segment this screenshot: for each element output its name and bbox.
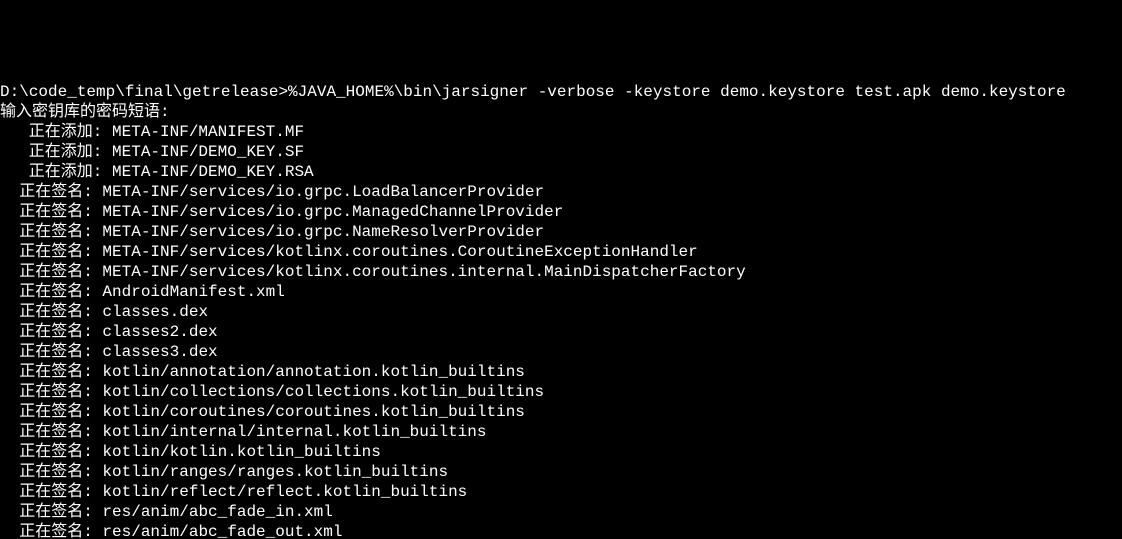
signing-label: 正在签名:	[0, 523, 102, 539]
signing-file: kotlin/annotation/annotation.kotlin_buil…	[102, 363, 524, 381]
signing-line: 正在签名: META-INF/services/io.grpc.NameReso…	[0, 223, 544, 241]
signing-label: 正在签名:	[0, 343, 102, 361]
adding-line: 正在添加: META-INF/DEMO_KEY.SF	[0, 143, 304, 161]
adding-line: 正在添加: META-INF/DEMO_KEY.RSA	[0, 163, 314, 181]
signing-line: 正在签名: classes2.dex	[0, 323, 218, 341]
terminal-output[interactable]: D:\code_temp\final\getrelease>%JAVA_HOME…	[0, 80, 1122, 539]
signing-file: META-INF/services/kotlinx.coroutines.Cor…	[102, 243, 697, 261]
signing-line: 正在签名: res/anim/abc_fade_in.xml	[0, 503, 333, 521]
signing-line: 正在签名: kotlin/coroutines/coroutines.kotli…	[0, 403, 525, 421]
signing-file: AndroidManifest.xml	[102, 283, 284, 301]
signing-file: kotlin/internal/internal.kotlin_builtins	[102, 423, 486, 441]
signing-label: 正在签名:	[0, 223, 102, 241]
signing-line: 正在签名: AndroidManifest.xml	[0, 283, 285, 301]
signing-line: 正在签名: kotlin/internal/internal.kotlin_bu…	[0, 423, 486, 441]
adding-label: 正在添加:	[0, 163, 112, 181]
signing-label: 正在签名:	[0, 303, 102, 321]
signing-line: 正在签名: META-INF/services/io.grpc.LoadBala…	[0, 183, 544, 201]
signing-line: 正在签名: classes3.dex	[0, 343, 218, 361]
adding-file: META-INF/DEMO_KEY.SF	[112, 143, 304, 161]
signing-file: kotlin/kotlin.kotlin_builtins	[102, 443, 380, 461]
signing-file: classes3.dex	[102, 343, 217, 361]
prompt-command: %JAVA_HOME%\bin\jarsigner -verbose -keys…	[288, 83, 1066, 101]
adding-label: 正在添加:	[0, 143, 112, 161]
signing-file: classes.dex	[102, 303, 208, 321]
command-line: D:\code_temp\final\getrelease>%JAVA_HOME…	[0, 83, 1066, 101]
signing-line: 正在签名: kotlin/ranges/ranges.kotlin_builti…	[0, 463, 448, 481]
signing-label: 正在签名:	[0, 503, 102, 521]
signing-file: kotlin/reflect/reflect.kotlin_builtins	[102, 483, 467, 501]
signing-label: 正在签名:	[0, 243, 102, 261]
signing-line: 正在签名: kotlin/annotation/annotation.kotli…	[0, 363, 525, 381]
adding-file: META-INF/DEMO_KEY.RSA	[112, 163, 314, 181]
signing-line: 正在签名: kotlin/reflect/reflect.kotlin_buil…	[0, 483, 467, 501]
passphrase-line: 输入密钥库的密码短语:	[0, 103, 170, 121]
signing-line: 正在签名: kotlin/collections/collections.kot…	[0, 383, 544, 401]
signing-file: classes2.dex	[102, 323, 217, 341]
signing-file: res/anim/abc_fade_out.xml	[102, 523, 342, 539]
prompt-path: D:\code_temp\final\getrelease>	[0, 83, 288, 101]
signing-line: 正在签名: META-INF/services/kotlinx.coroutin…	[0, 243, 698, 261]
signing-label: 正在签名:	[0, 383, 102, 401]
signing-line: 正在签名: classes.dex	[0, 303, 208, 321]
signing-label: 正在签名:	[0, 283, 102, 301]
signing-label: 正在签名:	[0, 463, 102, 481]
signing-file: kotlin/coroutines/coroutines.kotlin_buil…	[102, 403, 524, 421]
signing-label: 正在签名:	[0, 323, 102, 341]
signing-label: 正在签名:	[0, 443, 102, 461]
signing-line: 正在签名: res/anim/abc_fade_out.xml	[0, 523, 342, 539]
signing-line: 正在签名: META-INF/services/io.grpc.ManagedC…	[0, 203, 563, 221]
signing-file: META-INF/services/io.grpc.ManagedChannel…	[102, 203, 563, 221]
signing-file: META-INF/services/io.grpc.LoadBalancerPr…	[102, 183, 544, 201]
signing-label: 正在签名:	[0, 203, 102, 221]
signing-file: META-INF/services/kotlinx.coroutines.int…	[102, 263, 745, 281]
signing-file: kotlin/ranges/ranges.kotlin_builtins	[102, 463, 448, 481]
signing-label: 正在签名:	[0, 483, 102, 501]
signing-label: 正在签名:	[0, 403, 102, 421]
signing-label: 正在签名:	[0, 263, 102, 281]
adding-file: META-INF/MANIFEST.MF	[112, 123, 304, 141]
signing-label: 正在签名:	[0, 423, 102, 441]
signing-file: res/anim/abc_fade_in.xml	[102, 503, 332, 521]
signing-label: 正在签名:	[0, 183, 102, 201]
signing-file: kotlin/collections/collections.kotlin_bu…	[102, 383, 544, 401]
signing-line: 正在签名: META-INF/services/kotlinx.coroutin…	[0, 263, 746, 281]
signing-line: 正在签名: kotlin/kotlin.kotlin_builtins	[0, 443, 381, 461]
signing-label: 正在签名:	[0, 363, 102, 381]
signing-file: META-INF/services/io.grpc.NameResolverPr…	[102, 223, 544, 241]
adding-line: 正在添加: META-INF/MANIFEST.MF	[0, 123, 304, 141]
adding-label: 正在添加:	[0, 123, 112, 141]
